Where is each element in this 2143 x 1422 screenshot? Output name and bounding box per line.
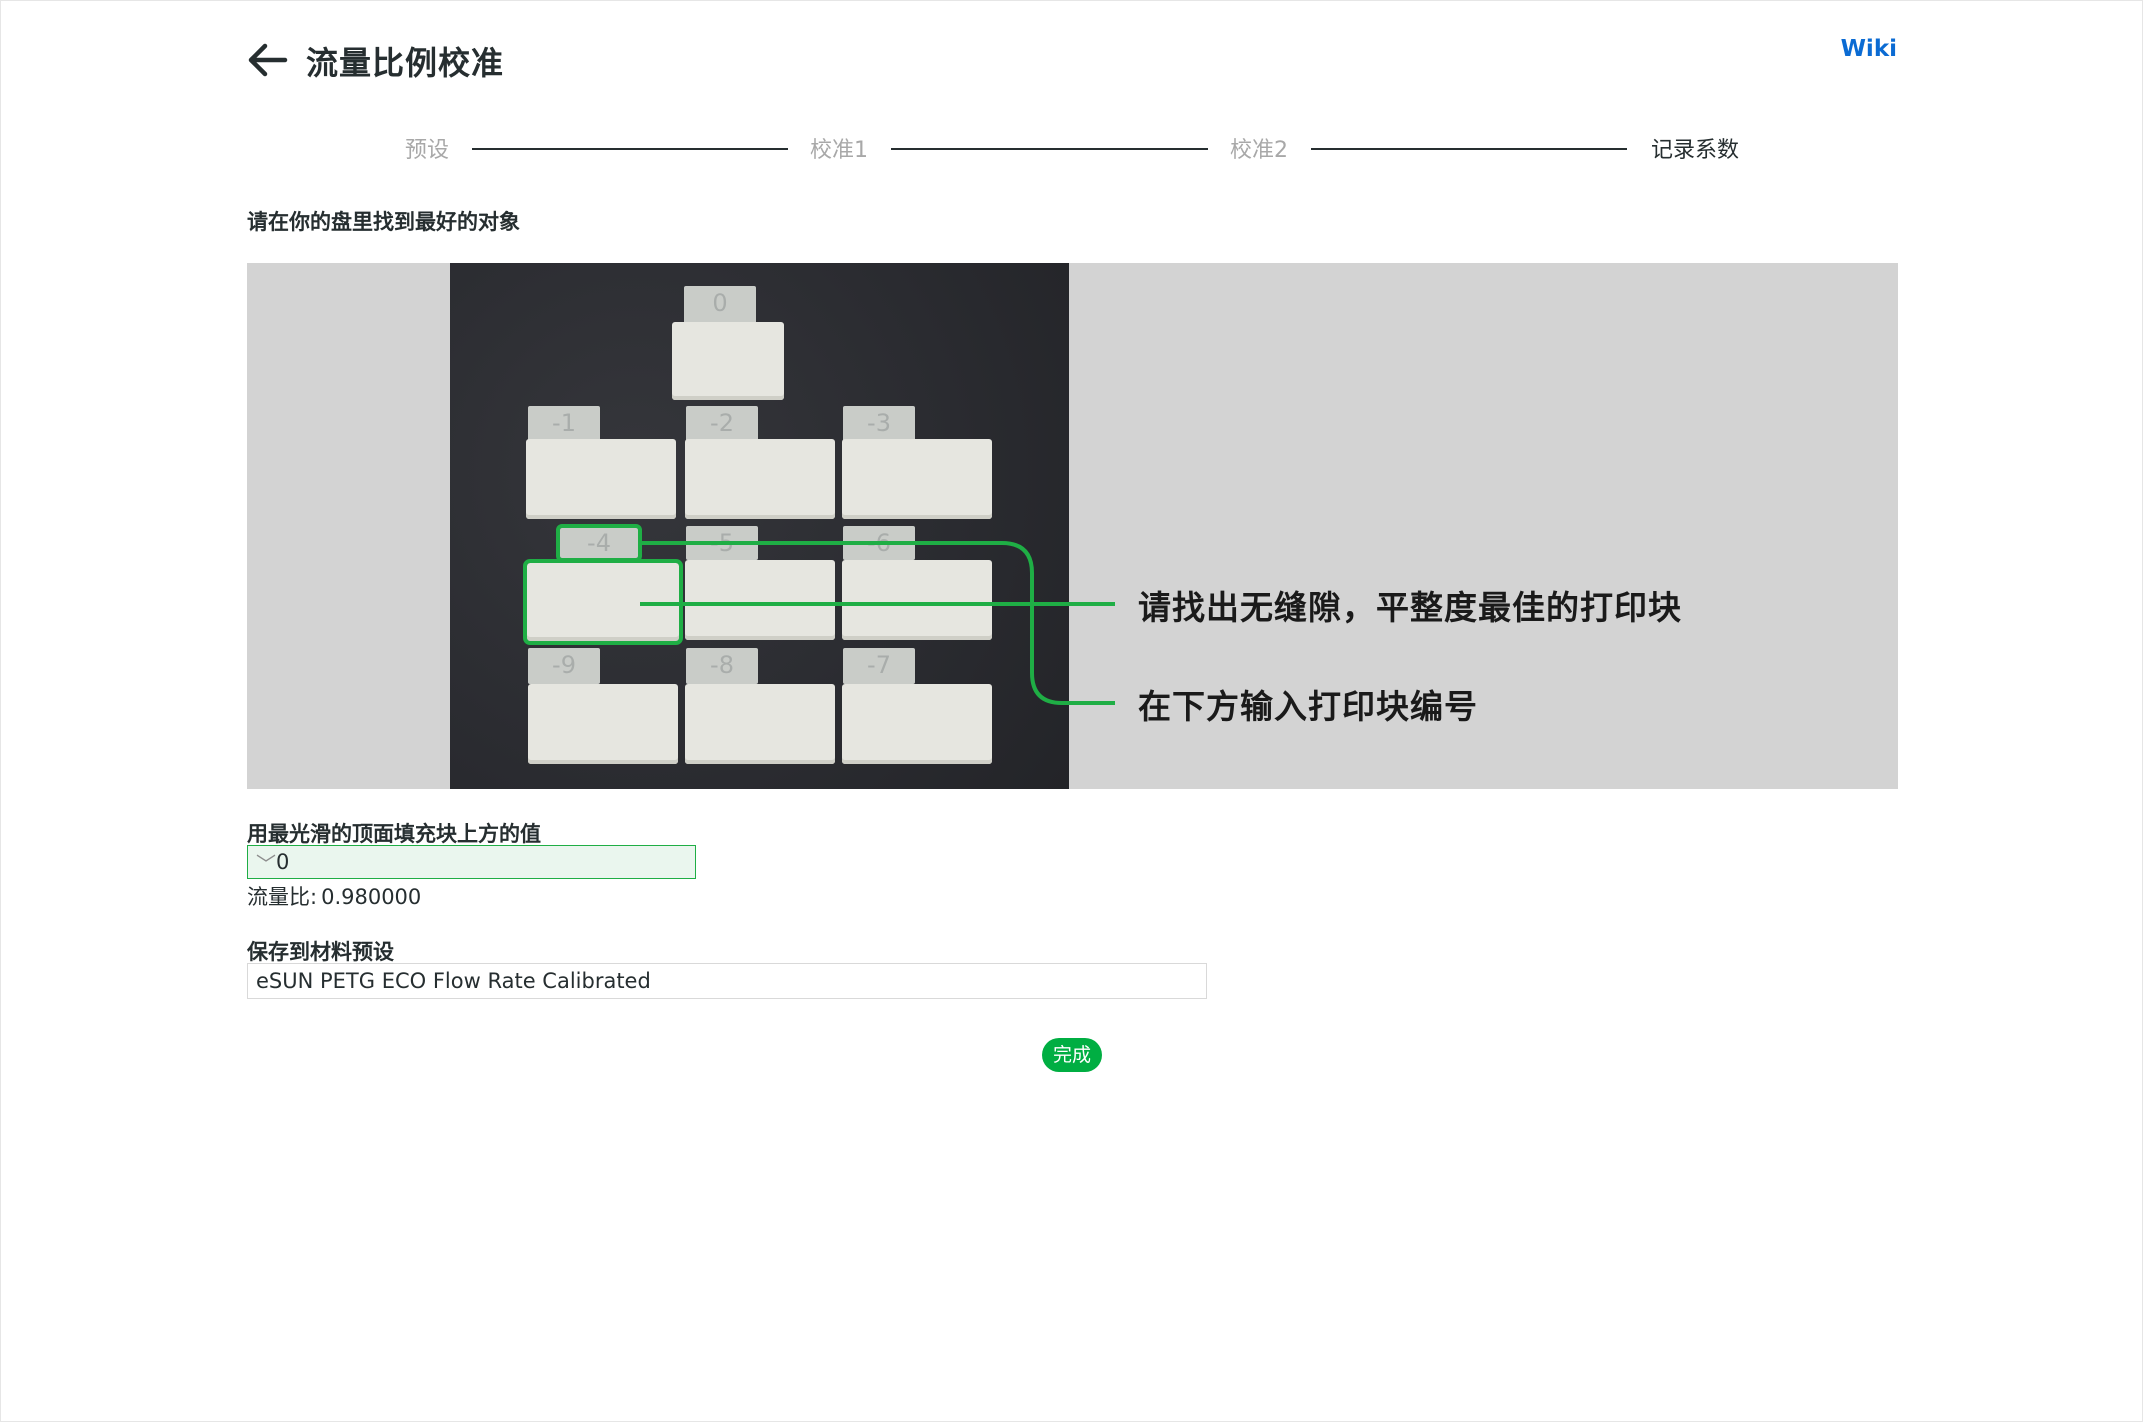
page-title: 流量比例校准	[306, 44, 505, 82]
arrow-left-icon	[248, 43, 288, 77]
smooth-block-label: 用最光滑的顶面填充块上方的值	[247, 822, 541, 846]
preset-name-input[interactable]	[247, 963, 1207, 999]
stepper: 预设 校准1 校准2 记录系数	[0, 132, 2143, 168]
save-preset-label: 保存到材料预设	[247, 940, 394, 964]
annotation-lines	[640, 541, 1115, 705]
step-connector	[1311, 148, 1627, 150]
calibration-illustration: 0 -1 -2 -3 -4 -5 -6 -9 -8 -7 请找出无缝隙，平整度最…	[247, 263, 1898, 789]
chevron-down-icon: ﹀	[256, 852, 276, 876]
done-button[interactable]: 完成	[1042, 1038, 1102, 1072]
flow-ratio-readout: 流量比: 0.980000	[247, 881, 421, 911]
flow-ratio-label: 流量比:	[247, 885, 318, 909]
step-preset: 预设	[405, 138, 450, 163]
instruction-text: 请在你的盘里找到最好的对象	[247, 210, 520, 234]
step-calibration-1: 校准1	[810, 138, 868, 163]
annotation-enter-block-number: 在下方输入打印块编号	[1138, 687, 1478, 726]
step-record-factor: 记录系数	[1651, 138, 1740, 163]
block-value-combobox[interactable]: ﹀ 0	[247, 845, 696, 879]
annotation-find-best-block: 请找出无缝隙，平整度最佳的打印块	[1138, 588, 1682, 627]
block-value: 0	[276, 850, 290, 874]
back-button[interactable]	[245, 40, 291, 80]
flow-ratio-value: 0.980000	[321, 885, 422, 909]
step-connector	[891, 148, 1208, 150]
step-connector	[472, 148, 788, 150]
step-calibration-2: 校准2	[1230, 138, 1288, 163]
wiki-link[interactable]: Wiki	[1841, 36, 1897, 62]
